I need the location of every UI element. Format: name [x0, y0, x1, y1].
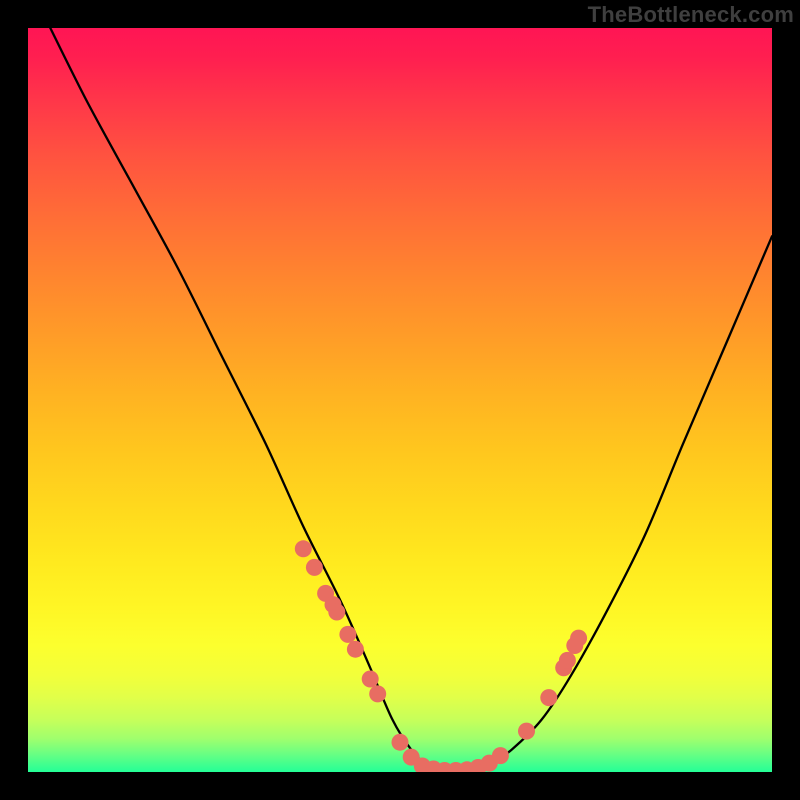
data-point — [492, 747, 509, 764]
chart-svg — [28, 28, 772, 772]
data-point — [392, 734, 409, 751]
data-point-group — [295, 540, 587, 772]
data-point — [362, 671, 379, 688]
data-point — [306, 559, 323, 576]
curve-group — [50, 28, 772, 772]
plot-area — [28, 28, 772, 772]
chart-frame: TheBottleneck.com — [0, 0, 800, 800]
watermark-text: TheBottleneck.com — [588, 2, 794, 28]
data-point — [518, 723, 535, 740]
bottleneck-curve — [50, 28, 772, 772]
data-point — [540, 689, 557, 706]
data-point — [570, 630, 587, 647]
data-point — [369, 685, 386, 702]
data-point — [295, 540, 312, 557]
data-point — [339, 626, 356, 643]
data-point — [559, 652, 576, 669]
data-point — [328, 604, 345, 621]
data-point — [347, 641, 364, 658]
